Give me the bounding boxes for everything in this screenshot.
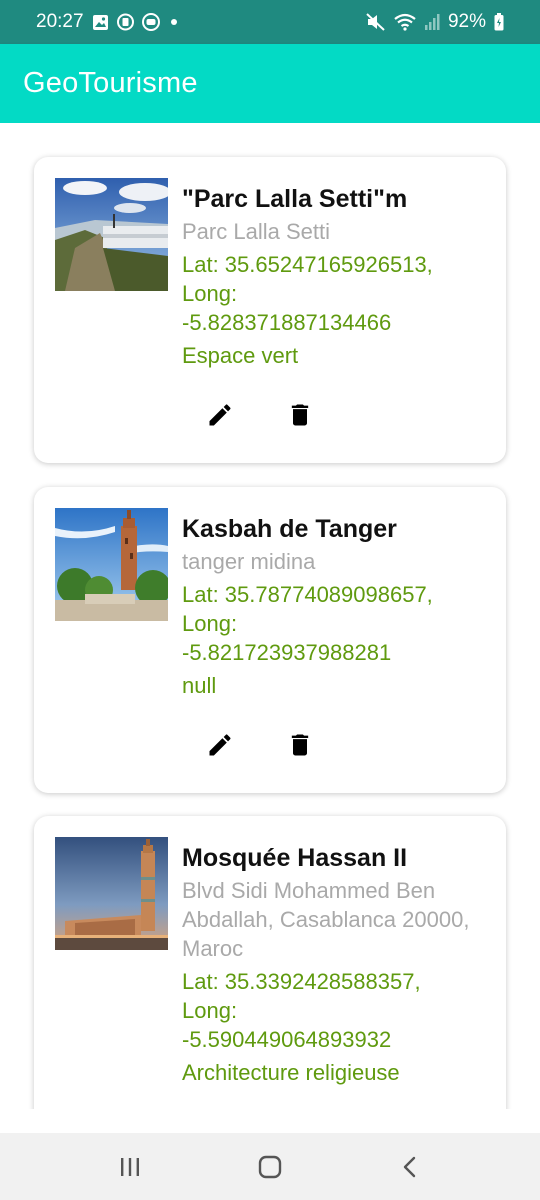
delete-button[interactable]	[286, 731, 314, 759]
pencil-icon	[209, 404, 231, 426]
place-longitude-label: Long:	[182, 281, 238, 306]
place-title: "Parc Lalla Setti"m	[182, 185, 408, 213]
sim-icon	[116, 13, 134, 31]
place-longitude-label: Long:	[182, 611, 238, 636]
edit-button[interactable]	[206, 401, 234, 429]
battery-percent: 92%	[447, 11, 486, 32]
place-title: Kasbah de Tanger	[182, 515, 397, 543]
home-button[interactable]	[250, 1147, 290, 1187]
place-latitude: Lat: 35.65247165926513,	[182, 252, 433, 277]
recents-button[interactable]	[110, 1147, 150, 1187]
messenger-icon	[141, 13, 160, 31]
home-icon	[258, 1155, 282, 1178]
place-address: Parc Lalla Setti	[182, 219, 330, 244]
place-card[interactable]: "Parc Lalla Setti"m Parc Lalla Setti Lat…	[34, 157, 506, 463]
place-longitude: -5.821723937988281	[182, 640, 392, 665]
recents-icon	[121, 1157, 139, 1176]
wifi-icon	[394, 13, 416, 31]
edit-button[interactable]	[206, 731, 234, 759]
place-card[interactable]: Kasbah de Tanger tanger midina Lat: 35.7…	[34, 487, 506, 793]
status-left: 20:27	[36, 11, 180, 33]
status-bar: 20:27 92%	[0, 0, 540, 44]
places-list[interactable]: "Parc Lalla Setti"m Parc Lalla Setti Lat…	[0, 123, 540, 1109]
place-category: null	[182, 673, 217, 698]
place-longitude-label: Long:	[182, 998, 238, 1023]
delete-button[interactable]	[286, 401, 314, 429]
place-latitude: Lat: 35.78774089098657,	[182, 582, 433, 607]
place-address: Blvd Sidi Mohammed Ben Abdallah, Casabla…	[182, 878, 470, 961]
back-button[interactable]	[390, 1147, 430, 1187]
kasbah-photo	[55, 508, 168, 621]
park-photo	[55, 178, 168, 291]
place-longitude: -5.828371887134466	[182, 310, 392, 335]
trash-icon	[291, 734, 309, 756]
place-info: "Parc Lalla Setti"m Parc Lalla Setti Lat…	[182, 183, 492, 370]
image-icon	[92, 14, 109, 31]
card-actions	[206, 731, 314, 759]
pencil-icon	[209, 734, 231, 756]
place-info: Mosquée Hassan II Blvd Sidi Mohammed Ben…	[182, 842, 492, 1087]
place-coordinates: Lat: 35.65247165926513, Long: -5.8283718…	[182, 250, 492, 337]
place-longitude: -5.590449064893932	[182, 1027, 392, 1052]
battery-icon	[494, 13, 504, 31]
back-icon	[403, 1156, 416, 1177]
dot-icon	[168, 16, 180, 28]
place-info: Kasbah de Tanger tanger midina Lat: 35.7…	[182, 513, 492, 700]
place-coordinates: Lat: 35.78774089098657, Long: -5.8217239…	[182, 580, 492, 667]
place-coordinates: Lat: 35.3392428588357, Long: -5.59044906…	[182, 967, 492, 1054]
card-actions	[206, 401, 314, 429]
signal-icon	[424, 13, 440, 31]
app-title: GeoTourisme	[23, 67, 198, 99]
place-latitude: Lat: 35.3392428588357,	[182, 969, 421, 994]
system-nav-bar	[0, 1133, 540, 1200]
trash-icon	[291, 404, 309, 426]
mute-icon	[366, 13, 386, 31]
status-right: 92%	[366, 11, 504, 33]
place-title: Mosquée Hassan II	[182, 844, 408, 872]
status-time: 20:27	[36, 11, 84, 32]
place-card[interactable]: Mosquée Hassan II Blvd Sidi Mohammed Ben…	[34, 816, 506, 1109]
place-address: tanger midina	[182, 549, 316, 574]
mosque-photo	[55, 837, 168, 950]
place-category: Espace vert	[182, 343, 299, 368]
app-bar: GeoTourisme	[0, 44, 540, 123]
place-category: Architecture religieuse	[182, 1060, 400, 1085]
